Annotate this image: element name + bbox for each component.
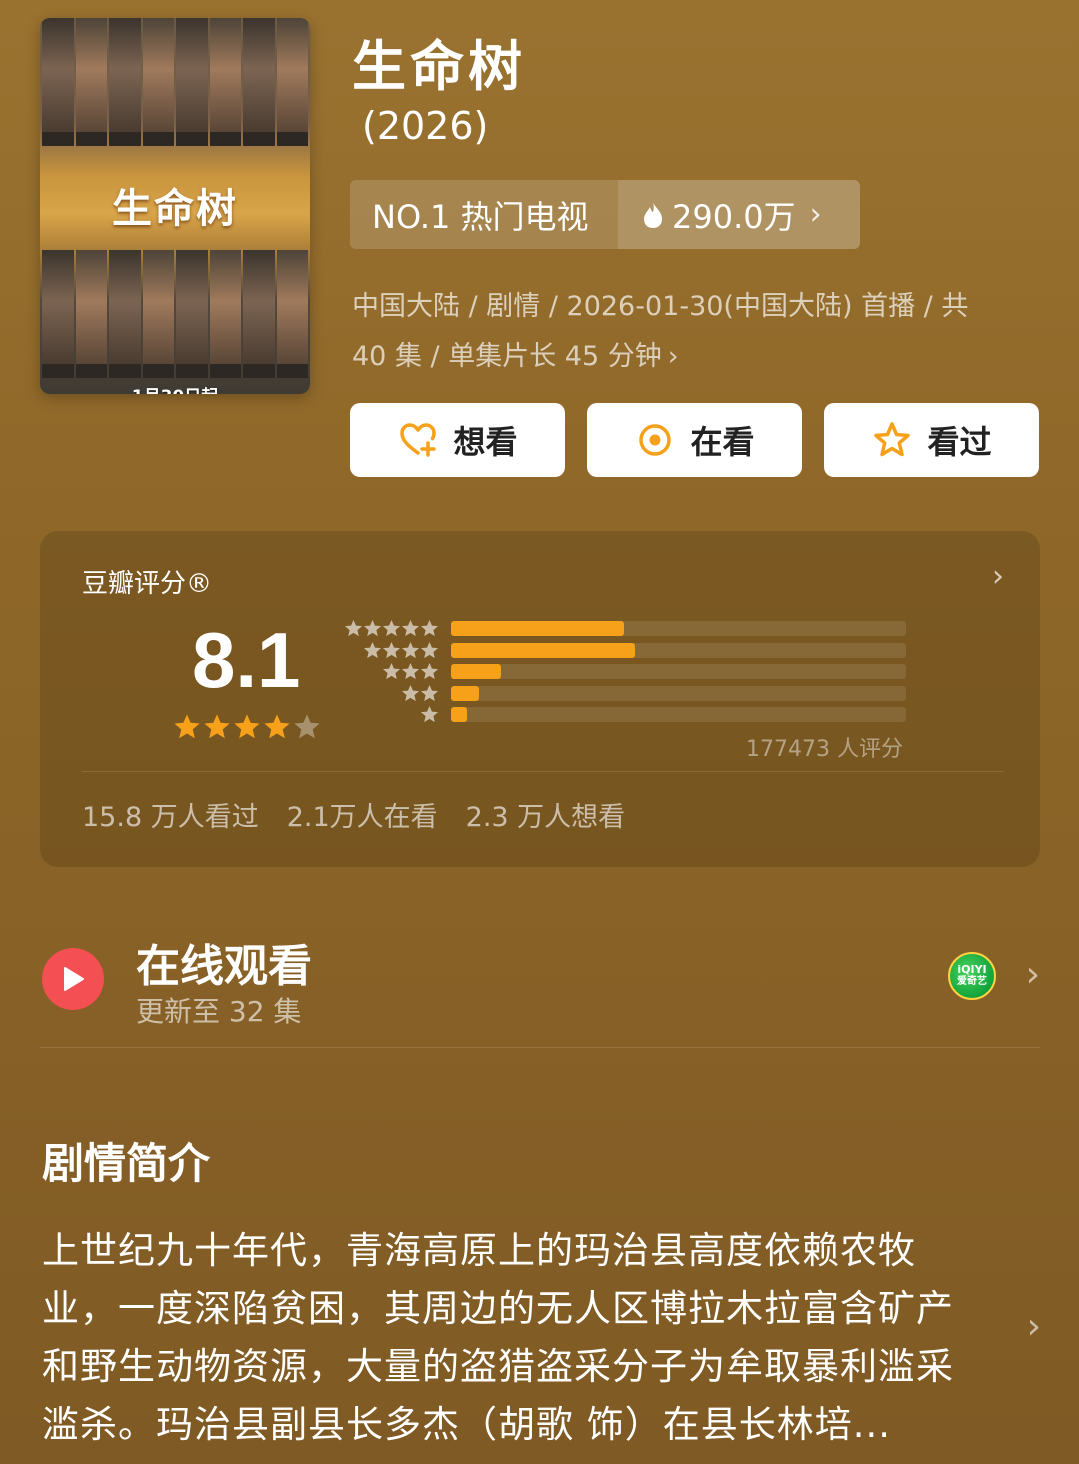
poster-title-art: 生命树 — [112, 185, 238, 232]
show-year: (2026) — [362, 104, 489, 148]
show-title: 生命树 — [352, 35, 526, 98]
star-small-icon — [382, 662, 401, 680]
star-small-icon — [420, 662, 439, 680]
star-filled-icon — [204, 714, 230, 739]
want-count: 2.3 万人想看 — [465, 802, 626, 833]
target-icon — [639, 424, 672, 456]
rating-bar-fill — [451, 664, 502, 679]
star-small-icon — [401, 641, 420, 658]
show-meta[interactable]: 中国大陆 / 剧情 / 2026-01-30(中国大陆) 首播 / 共 40 集… — [352, 282, 1032, 382]
rating-row-3 — [343, 662, 906, 681]
star-small-icon — [420, 641, 439, 658]
star-small-icon — [420, 619, 439, 637]
douban-rating-card[interactable]: 豆瓣评分® › 8.1 177473 人评分 15.8 万人看过 2.1万人在看… — [40, 531, 1040, 867]
action-buttons: 想看 在看 看过 — [350, 403, 1039, 477]
star-empty-icon — [294, 714, 320, 739]
watched-button[interactable]: 看过 — [824, 403, 1039, 477]
rank-badge[interactable]: NO.1 热门电视 290.0万 › — [350, 180, 860, 249]
play-icon[interactable] — [42, 948, 104, 1010]
star-small-icon — [382, 641, 401, 658]
rating-row-1 — [343, 705, 906, 724]
divider — [82, 771, 1004, 772]
rating-bar-track — [451, 621, 906, 636]
rating-label: 豆瓣评分® — [82, 569, 213, 599]
star-small-icon — [344, 619, 363, 637]
want-to-watch-button[interactable]: 想看 — [350, 403, 565, 477]
rating-bar-track — [451, 642, 906, 658]
online-watch-title: 在线观看 — [136, 941, 312, 992]
rating-bar-fill — [451, 685, 480, 701]
poster-cast-top — [40, 18, 310, 146]
meta-line-1: 中国大陆 / 剧情 / 2026-01-30(中国大陆) 首播 / 共 — [352, 291, 969, 322]
iqiyi-logo-text: iQIYI — [957, 963, 987, 976]
chevron-right-icon: › — [1025, 954, 1040, 995]
watch-stats: 15.8 万人看过 2.1万人在看 2.3 万人想看 — [82, 795, 625, 834]
chevron-right-icon[interactable]: › — [1027, 1306, 1041, 1347]
rating-row-2 — [343, 684, 906, 703]
rank-label: NO.1 热门电视 — [372, 197, 589, 236]
star-small-icon — [420, 684, 439, 701]
rating-bar-fill — [451, 642, 636, 658]
heat-value-button[interactable]: 290.0万 › — [618, 180, 860, 249]
chevron-right-icon: › — [992, 559, 1004, 594]
online-watch-subtitle: 更新至 32 集 — [136, 995, 302, 1028]
rating-bar-track — [451, 664, 906, 679]
rating-bar-track — [451, 685, 906, 701]
synopsis-text[interactable]: 上世纪九十年代，青海高原上的玛治县高度依赖农牧业，一度深陷贫困，其周边的无人区博… — [42, 1222, 972, 1454]
star-filled-icon — [234, 714, 260, 739]
iqiyi-logo-icon[interactable]: iQIYI 爱奇艺 — [948, 952, 996, 1000]
rating-score: 8.1 — [192, 616, 301, 704]
rating-bar-fill — [451, 621, 624, 636]
fire-icon — [644, 201, 662, 228]
synopsis-heading: 剧情简介 — [42, 1139, 211, 1188]
heat-value: 290.0万 — [672, 197, 796, 236]
star-small-icon — [401, 684, 420, 701]
watching-count: 2.1万人在看 — [286, 802, 438, 833]
rating-row-4 — [343, 641, 906, 660]
poster-date: 1月30日起 — [40, 382, 310, 394]
star-small-icon — [401, 662, 420, 680]
star-small-icon — [401, 619, 420, 637]
heart-plus-icon — [400, 423, 437, 457]
star-small-icon — [363, 641, 382, 658]
star-filled-icon — [174, 714, 200, 739]
star-small-icon — [382, 619, 401, 637]
watching-label: 在看 — [690, 423, 755, 461]
rating-bar-track — [451, 707, 906, 722]
watching-button[interactable]: 在看 — [587, 403, 802, 477]
iqiyi-logo-cn: 爱奇艺 — [957, 976, 987, 987]
chevron-right-icon: › — [667, 341, 679, 372]
star-small-icon — [420, 705, 439, 723]
rating-row-5 — [343, 619, 906, 638]
poster-image[interactable]: 生命树 1月30日起 — [40, 18, 310, 394]
want-to-watch-label: 想看 — [453, 423, 518, 461]
watched-count: 15.8 万人看过 — [82, 802, 259, 833]
star-filled-icon — [264, 714, 290, 739]
chevron-right-icon: › — [809, 197, 822, 232]
meta-line-2: 40 集 / 单集片长 45 分钟 — [352, 341, 662, 372]
star-outline-icon — [874, 422, 911, 457]
rating-count: 177473 人评分 — [746, 737, 903, 762]
watched-label: 看过 — [927, 423, 992, 461]
star-small-icon — [363, 619, 382, 637]
rating-stars — [173, 713, 321, 741]
rating-bar-fill — [451, 707, 467, 722]
poster-cast-bottom — [40, 250, 310, 378]
online-watch-row[interactable]: 在线观看 更新至 32 集 iQIYI 爱奇艺 › — [40, 928, 1040, 1048]
